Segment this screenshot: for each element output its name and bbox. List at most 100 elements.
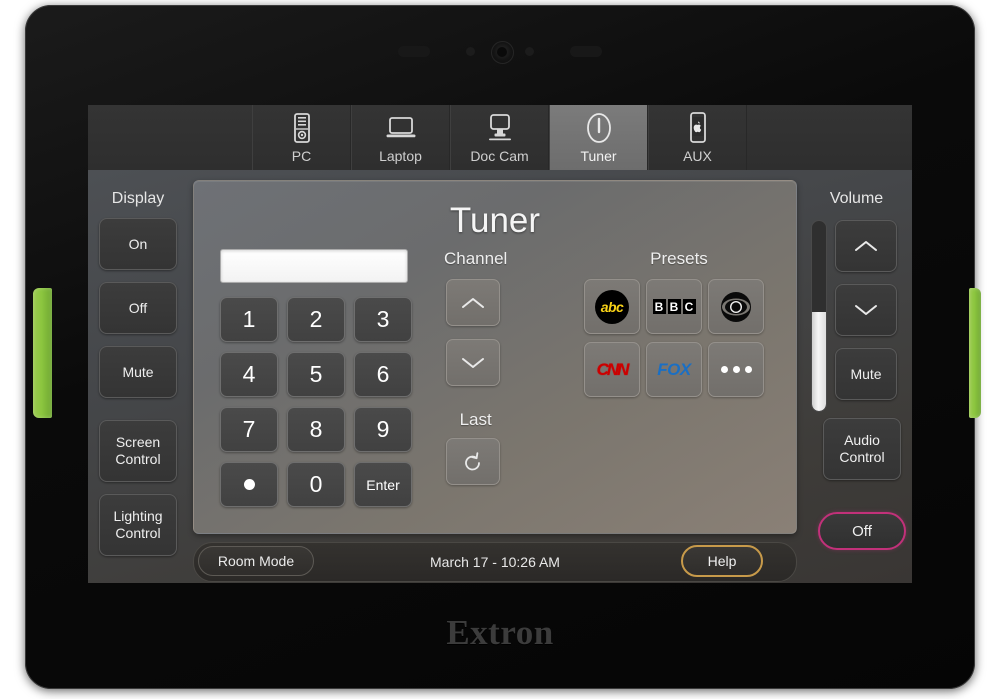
volume-slider-fill [812,312,826,411]
last-channel-button[interactable] [446,438,500,485]
chevron-down-icon [855,305,877,315]
ellipsis-dot-2 [732,366,740,373]
cnn-logo-icon: CNN [596,359,630,380]
source-bar-spacer [88,105,252,170]
bbc-letter-1: B [652,299,666,314]
display-off-label: Off [128,299,148,316]
channel-down-button[interactable] [446,339,500,386]
fox-logo-text: FOX [657,359,691,379]
key-4[interactable]: 4 [220,352,278,397]
screen-control-button[interactable]: Screen Control [99,420,177,482]
green-side-accent-right [969,288,981,418]
key-dot[interactable] [220,462,278,507]
channel-entry-display[interactable] [220,249,408,283]
tab-laptop[interactable]: Laptop [351,105,450,170]
display-panel-title: Display [111,190,165,207]
tab-tuner-label: Tuner [580,148,617,164]
abc-logo-icon: abc [595,289,629,324]
status-bar: March 17 - 10:26 AM Room Mode Help [193,542,797,582]
audio-control-button[interactable]: Audio Control [823,418,901,480]
key-0-label: 0 [309,471,323,497]
chevron-up-icon [462,297,484,308]
tab-aux[interactable]: AUX [648,105,747,170]
preset-abc-button[interactable]: abc [584,279,640,334]
volume-up-button[interactable] [835,220,897,272]
camera-icon [491,41,514,64]
volume-mute-label: Mute [850,366,882,382]
display-on-button[interactable]: On [99,218,177,270]
channel-section: Channel Last [444,249,507,485]
tab-doc-cam-label: Doc Cam [470,148,529,164]
key-8[interactable]: 8 [287,407,345,452]
key-7[interactable]: 7 [220,407,278,452]
display-mute-label: Mute [122,363,154,380]
tuner-main-panel: Tuner 1 2 3 4 5 6 7 8 9 0 Enter Channel … [193,180,797,534]
smartphone-icon [688,110,708,146]
display-off-button[interactable]: Off [99,282,177,334]
preset-bbc-button[interactable]: B B C [646,279,702,334]
help-label: Help [707,553,737,569]
key-9[interactable]: 9 [354,407,412,452]
tab-pc[interactable]: PC [252,105,351,170]
key-6[interactable]: 6 [354,352,412,397]
touch-screen: PC Laptop Doc Cam Tuner AUX Display On O… [88,105,912,583]
key-2[interactable]: 2 [287,297,345,342]
key-5[interactable]: 5 [287,352,345,397]
bbc-letter-2: B [667,299,681,314]
display-panel: Display On Off Mute Screen Control Light… [88,170,188,583]
key-9-label: 9 [376,416,390,442]
volume-down-button[interactable] [835,284,897,336]
presets-section-title: Presets [650,249,708,268]
help-button[interactable]: Help [681,545,763,577]
preset-more-button[interactable] [708,342,764,397]
keypad-grid: 1 2 3 4 5 6 7 8 9 0 Enter [220,297,416,507]
key-4-label: 4 [242,361,256,387]
numeric-keypad: 1 2 3 4 5 6 7 8 9 0 Enter [220,249,416,507]
audio-control-label-line2: Control [839,449,885,465]
key-3[interactable]: 3 [354,297,412,342]
ellipsis-dot-3 [744,366,752,373]
display-mute-button[interactable]: Mute [99,346,177,398]
key-7-label: 7 [242,416,256,442]
key-enter[interactable]: Enter [354,462,412,507]
key-3-label: 3 [376,306,390,332]
cnn-logo-text: CNN [596,359,630,379]
volume-slider[interactable] [811,220,827,412]
key-1-label: 1 [242,306,256,332]
key-8-label: 8 [309,416,323,442]
undo-arrow-icon [465,451,480,470]
key-enter-label: Enter [366,476,400,493]
key-1[interactable]: 1 [220,297,278,342]
tab-tuner[interactable]: Tuner [549,105,648,170]
display-on-label: On [128,235,148,252]
bbc-logo-icon: B B C [652,299,696,314]
source-tab-bar: PC Laptop Doc Cam Tuner AUX [88,105,912,170]
preset-fox-button[interactable]: FOX [646,342,702,397]
laptop-icon [385,110,417,146]
room-mode-button[interactable]: Room Mode [198,546,314,576]
lighting-control-button[interactable]: Lighting Control [99,494,177,556]
ellipsis-icon [720,366,752,373]
lighting-control-label-line1: Lighting [113,508,163,524]
system-power-off-button[interactable]: Off [818,512,906,550]
preset-cnn-button[interactable]: CNN [584,342,640,397]
screen-control-label-line2: Control [115,451,161,467]
volume-mute-button[interactable]: Mute [835,348,897,400]
chevron-down-icon [462,357,484,368]
last-section-title: Last [459,410,492,429]
green-side-accent-left [33,288,52,418]
channel-section-title: Channel [444,249,508,268]
key-0[interactable]: 0 [287,462,345,507]
chevron-up-icon [855,241,877,251]
key-2-label: 2 [309,306,323,332]
touch-panel-device: Extron PC Laptop Doc Cam Tuner AUX Displ… [25,5,981,689]
cbs-eye-icon [721,291,751,322]
room-mode-label: Room Mode [217,553,295,569]
tab-doc-cam[interactable]: Doc Cam [450,105,549,170]
desktop-tower-icon [291,110,313,146]
volume-panel-title: Volume [829,190,884,207]
presets-grid: abc B B C CNN FOX [584,279,774,397]
audio-control-label-line1: Audio [844,432,880,448]
preset-cbs-button[interactable] [708,279,764,334]
channel-up-button[interactable] [446,279,500,326]
